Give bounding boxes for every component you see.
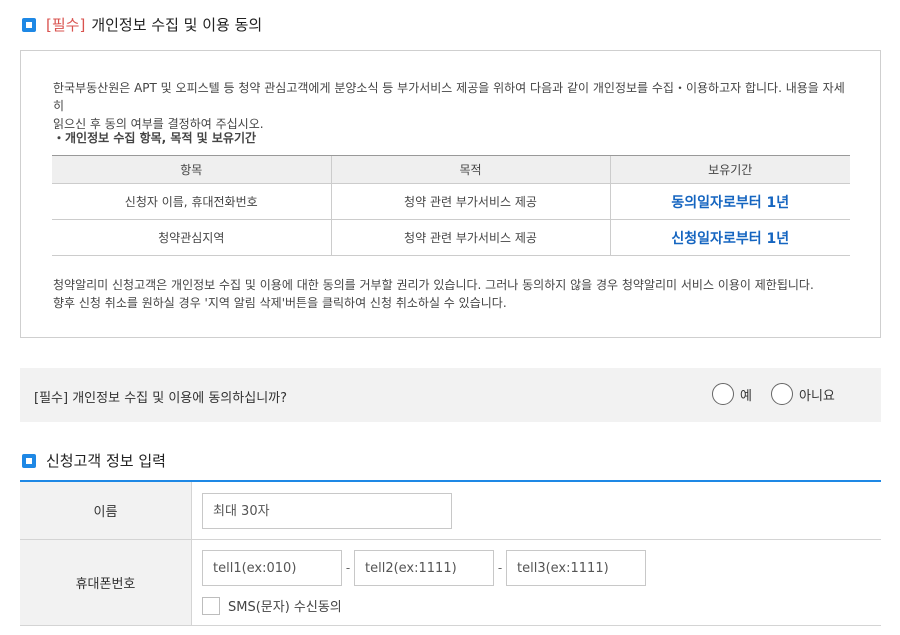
- consent-no-radio[interactable]: 아니요: [771, 383, 835, 405]
- phone-row: 휴대폰번호 - - SMS(문자) 수신동의: [20, 540, 881, 626]
- name-input[interactable]: [202, 493, 452, 529]
- sms-checkbox[interactable]: [202, 596, 220, 615]
- cell-period: 신청일자로부터 1년: [609, 219, 850, 256]
- table-row: 청약관심지역 청약 관련 부가서비스 제공 신청일자로부터 1년: [52, 219, 850, 256]
- section-bullet-icon: [22, 17, 36, 32]
- phone-part2-input[interactable]: [354, 550, 494, 586]
- table-header-row: 항목 목적 보유기간: [52, 155, 850, 184]
- consent-required-tag: [필수]: [34, 391, 69, 406]
- name-label: 이름: [20, 482, 192, 539]
- collection-subheading: ・개인정보 수집 항목, 목적 및 보유기간: [53, 131, 257, 145]
- phone-part3-input[interactable]: [506, 550, 646, 586]
- sms-consent[interactable]: SMS(문자) 수신동의: [202, 596, 881, 615]
- privacy-intro: 한국부동산원은 APT 및 오피스텔 등 청약 관심고객에게 분양소식 등 부가…: [53, 79, 853, 133]
- cell-period: 동의일자로부터 1년: [609, 183, 850, 220]
- header-period: 보유기간: [609, 155, 850, 184]
- phone-separator: -: [497, 561, 503, 575]
- phone-label: 휴대폰번호: [20, 540, 192, 625]
- customer-section-title: 신청고객 정보 입력: [22, 450, 166, 471]
- header-item: 항목: [52, 155, 331, 184]
- privacy-info-table: 항목 목적 보유기간 신청자 이름, 휴대전화번호 청약 관련 부가서비스 제공…: [52, 155, 850, 256]
- consent-yes-label[interactable]: 예: [740, 385, 752, 404]
- notice-line: 청약알리미 신청고객은 개인정보 수집 및 이용에 대한 동의를 거부할 권리가…: [53, 278, 814, 292]
- customer-title-text: 신청고객 정보 입력: [46, 452, 166, 470]
- header-purpose: 목적: [330, 155, 610, 184]
- intro-line: 한국부동산원은 APT 및 오피스텔 등 청약 관심고객에게 분양소식 등 부가…: [53, 81, 845, 113]
- customer-info-form: 이름 휴대폰번호 - - SMS(문자) 수신동의: [20, 480, 881, 626]
- name-field-cell: [192, 482, 881, 539]
- consent-no-label[interactable]: 아니요: [799, 385, 835, 404]
- cell-item: 청약관심지역: [52, 219, 331, 256]
- table-row: 신청자 이름, 휴대전화번호 청약 관련 부가서비스 제공 동의일자로부터 1년: [52, 183, 850, 220]
- phone-inputs: - -: [202, 550, 881, 586]
- consent-question-text: 개인정보 수집 및 이용에 동의하십니까?: [72, 391, 288, 406]
- name-row: 이름: [20, 482, 881, 540]
- consent-bar: [필수] 개인정보 수집 및 이용에 동의하십니까? 예 아니요: [20, 368, 881, 422]
- privacy-notice: 청약알리미 신청고객은 개인정보 수집 및 이용에 대한 동의를 거부할 권리가…: [53, 276, 863, 312]
- consent-yes-radio[interactable]: 예: [712, 383, 752, 405]
- sms-consent-label[interactable]: SMS(문자) 수신동의: [228, 596, 342, 615]
- section-bullet-icon: [22, 453, 36, 468]
- radio-circle-icon[interactable]: [712, 383, 734, 405]
- radio-circle-icon[interactable]: [771, 383, 793, 405]
- required-tag: [필수]: [46, 16, 86, 34]
- phone-field-cell: - - SMS(문자) 수신동의: [192, 540, 881, 625]
- notice-line: 향후 신청 취소를 원하실 경우 '지역 알림 삭제'버튼을 클릭하여 신청 취…: [53, 296, 507, 310]
- privacy-agreement-box: 한국부동산원은 APT 및 오피스텔 등 청약 관심고객에게 분양소식 등 부가…: [20, 50, 881, 338]
- phone-separator: -: [345, 561, 351, 575]
- privacy-section-title: [필수] 개인정보 수집 및 이용 동의: [22, 14, 262, 35]
- phone-part1-input[interactable]: [202, 550, 342, 586]
- privacy-title-text: 개인정보 수집 및 이용 동의: [91, 16, 263, 34]
- cell-purpose: 청약 관련 부가서비스 제공: [330, 183, 610, 220]
- cell-item: 신청자 이름, 휴대전화번호: [52, 183, 331, 220]
- consent-question: [필수] 개인정보 수집 및 이용에 동의하십니까?: [34, 387, 287, 406]
- cell-purpose: 청약 관련 부가서비스 제공: [330, 219, 610, 256]
